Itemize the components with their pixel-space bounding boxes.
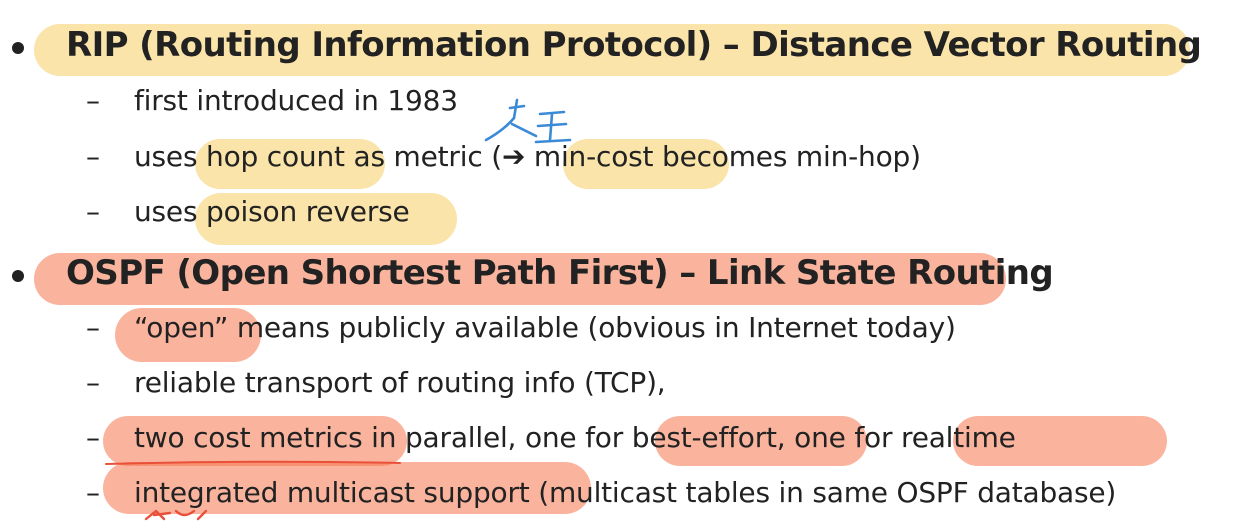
ospf-point-reliable-transport: reliable transport of routing info (TCP)…: [134, 366, 666, 399]
lecture-slide: RIP (Routing Information Protocol) – Dis…: [0, 0, 1258, 521]
rip-point-hop-count-pre: uses hop count as metric (: [134, 140, 502, 173]
ospf-point-integrated-multicast: integrated multicast support (multicast …: [134, 476, 1117, 509]
ospf-point-two-cost-metrics: two cost metrics in parallel, one for be…: [134, 421, 1016, 454]
dash-ospf-3: –: [86, 421, 100, 454]
rip-point-first-introduced: first introduced in 1983: [134, 84, 458, 117]
heading-ospf: OSPF (Open Shortest Path First) – Link S…: [66, 253, 1054, 293]
dash-ospf-2: –: [86, 366, 100, 399]
ospf-point-open: “open” means publicly available (obvious…: [134, 311, 956, 344]
bullet-rip: [12, 42, 24, 54]
rip-point-poison-reverse: uses poison reverse: [134, 195, 410, 228]
dash-rip-1: –: [86, 84, 100, 117]
dash-rip-2: –: [86, 140, 100, 173]
heading-rip: RIP (Routing Information Protocol) – Dis…: [66, 25, 1202, 65]
bullet-ospf: [12, 270, 24, 282]
dash-ospf-1: –: [86, 311, 100, 344]
handwritten-blue-annotation: [484, 98, 572, 144]
red-underline-stroke: [105, 460, 401, 465]
dash-ospf-4: –: [86, 476, 100, 509]
rip-point-hop-count-post: min-cost becomes min-hop): [525, 140, 921, 173]
dash-rip-3: –: [86, 195, 100, 228]
handwritten-red-annotation: [144, 509, 208, 521]
